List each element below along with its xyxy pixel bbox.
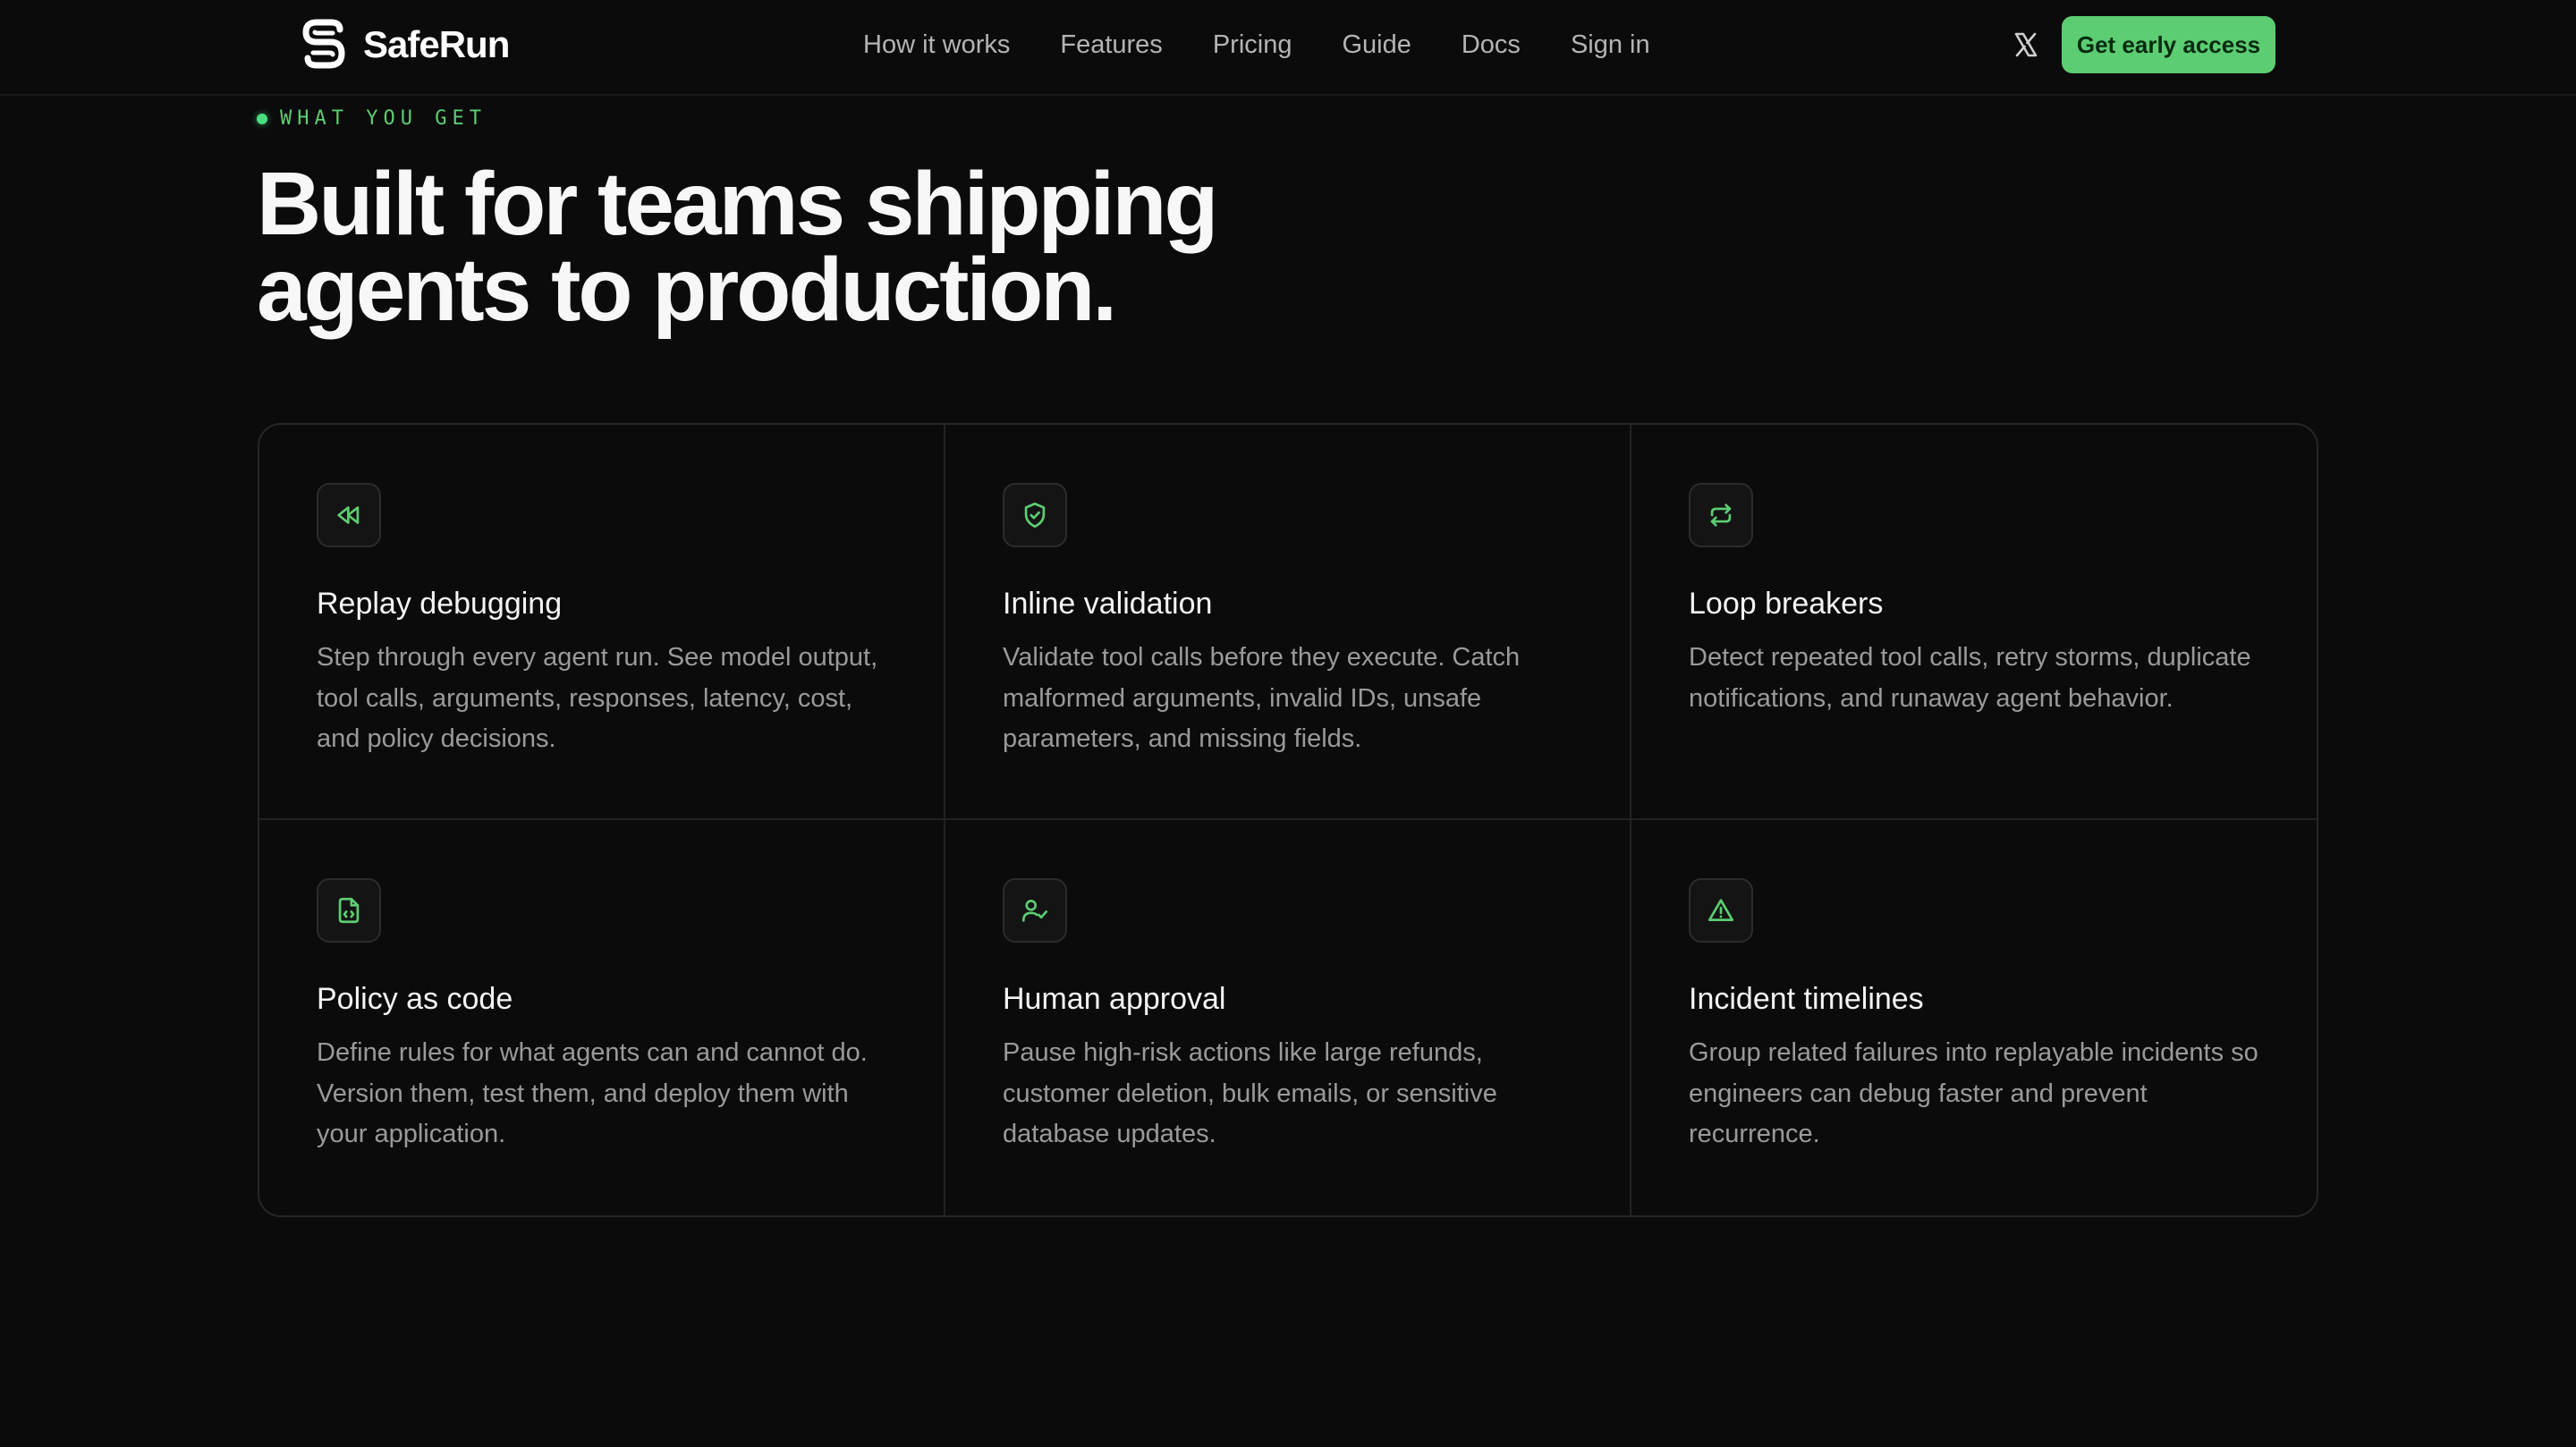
feature-title: Replay debugging <box>317 587 563 621</box>
features-grid: Replay debugging Step through every agen… <box>258 423 2318 1217</box>
top-navbar: SafeRun How it works Features Pricing Gu… <box>0 0 2576 96</box>
feature-icon-box <box>317 483 381 547</box>
feature-description: Define rules for what agents can and can… <box>317 1038 868 1148</box>
feature-icon-box <box>1689 483 1753 547</box>
feature-title: Policy as code <box>317 982 513 1016</box>
x-twitter-link[interactable] <box>2008 27 2044 63</box>
headline-line-2: agents to production. <box>257 240 1117 340</box>
get-early-access-button[interactable]: Get early access <box>2062 16 2275 73</box>
brand-name: SafeRun <box>363 23 510 65</box>
file-code-icon <box>338 897 360 924</box>
section-headline: Built for teams shipping agents to produ… <box>257 159 1509 334</box>
nav-link-sign-in[interactable]: Sign in <box>1571 30 1650 60</box>
replay-rewind-icon <box>337 506 360 524</box>
saferun-logo-icon <box>299 19 349 71</box>
eyebrow-label: WHAT YOU GET <box>280 107 487 130</box>
nav-link-pricing[interactable]: Pricing <box>1213 30 1292 60</box>
feature-description: Step through every agent run. See model … <box>317 643 878 753</box>
nav-link-docs[interactable]: Docs <box>1462 30 1521 60</box>
feature-card-policy-as-code: Policy as code Define rules for what age… <box>259 820 945 1215</box>
feature-description: Detect repeated tool calls, retry storms… <box>1689 643 2251 713</box>
feature-description: Pause high-risk actions like large refun… <box>1003 1038 1497 1148</box>
feature-title: Human approval <box>1003 982 1226 1016</box>
nav-link-guide[interactable]: Guide <box>1342 30 1411 60</box>
feature-card-replay-debugging: Replay debugging Step through every agen… <box>259 425 945 820</box>
x-twitter-icon <box>2014 32 2038 57</box>
main-nav: How it works Features Pricing Guide Docs… <box>863 0 1700 89</box>
nav-link-features[interactable]: Features <box>1060 30 1162 60</box>
feature-icon-box <box>1003 483 1067 547</box>
feature-icon-box <box>317 878 381 943</box>
feature-card-incident-timelines: Incident timelines Group related failure… <box>1631 820 2317 1215</box>
feature-description: Validate tool calls before they execute.… <box>1003 643 1521 753</box>
feature-card-loop-breakers: Loop breakers Detect repeated tool calls… <box>1631 425 2317 820</box>
feature-icon-box <box>1003 878 1067 943</box>
brand-logo[interactable]: SafeRun <box>299 18 510 72</box>
section-eyebrow: WHAT YOU GET <box>257 107 487 130</box>
feature-icon-box <box>1689 878 1753 943</box>
feature-card-inline-validation: Inline validation Validate tool calls be… <box>945 425 1631 820</box>
feature-description: Group related failures into replayable i… <box>1689 1038 2258 1148</box>
feature-title: Inline validation <box>1003 587 1213 621</box>
alert-triangle-icon <box>1707 899 1734 921</box>
feature-card-human-approval: Human approval Pause high-risk actions l… <box>945 820 1631 1215</box>
feature-title: Incident timelines <box>1689 982 1924 1016</box>
feature-title: Loop breakers <box>1689 587 1884 621</box>
repeat-arrows-icon <box>1710 503 1732 527</box>
shield-check-icon <box>1024 502 1046 529</box>
user-check-icon <box>1021 900 1048 922</box>
status-dot-icon <box>257 113 267 124</box>
nav-link-how-it-works[interactable]: How it works <box>863 30 1010 60</box>
